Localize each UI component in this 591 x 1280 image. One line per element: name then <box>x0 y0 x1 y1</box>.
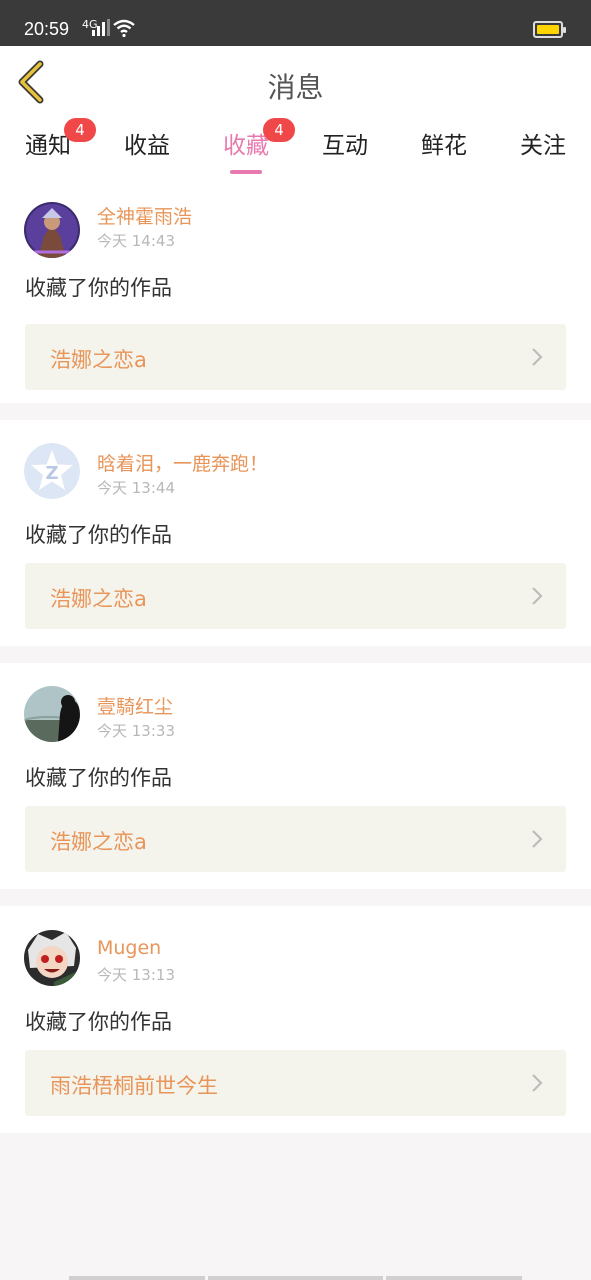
message-card: 壹騎红尘 今天 13:33 收藏了你的作品 浩娜之恋a <box>0 663 591 889</box>
tab-label: 关注 <box>520 133 566 159</box>
nav-bar-segment[interactable] <box>208 1276 383 1280</box>
signal-icon <box>92 19 110 36</box>
tab-label: 鲜花 <box>421 133 467 159</box>
user-avatar[interactable]: Z <box>24 443 80 499</box>
svg-text:Z: Z <box>45 463 58 484</box>
user-name[interactable]: 晗着泪，一鹿奔跑！ <box>97 449 268 476</box>
message-text: 收藏了你的作品 <box>25 766 172 790</box>
tab-label: 收益 <box>124 133 170 159</box>
user-name[interactable]: 全神霍雨浩 <box>97 202 192 229</box>
tab-follow[interactable]: 关注 <box>519 126 567 176</box>
message-card: 全神霍雨浩 今天 14:43 收藏了你的作品 浩娜之恋a <box>0 180 591 403</box>
user-name[interactable]: Mugen <box>97 937 161 959</box>
tab-bar: 通知 4 收益 收藏 4 互动 鲜花 关注 <box>0 118 591 180</box>
user-name[interactable]: 壹騎红尘 <box>97 692 173 719</box>
work-link[interactable]: 雨浩梧桐前世今生 <box>25 1050 566 1116</box>
message-text: 收藏了你的作品 <box>25 276 172 300</box>
status-time: 20:59 <box>24 19 70 39</box>
message-text: 收藏了你的作品 <box>25 523 172 547</box>
tab-favorites[interactable]: 收藏 4 <box>222 118 295 176</box>
message-card: Mugen 今天 13:13 收藏了你的作品 雨浩梧桐前世今生 <box>0 906 591 1133</box>
tab-flowers[interactable]: 鲜花 <box>420 126 468 176</box>
nav-bar-segment[interactable] <box>386 1276 522 1280</box>
work-link[interactable]: 浩娜之恋a <box>25 806 566 872</box>
tab-label: 通知 <box>25 133 71 159</box>
message-text: 收藏了你的作品 <box>25 1010 172 1034</box>
status-bar: 20:59 4G <box>0 0 591 46</box>
message-card: Z 晗着泪，一鹿奔跑！ 今天 13:44 收藏了你的作品 浩娜之恋a <box>0 420 591 646</box>
user-avatar[interactable] <box>24 930 80 986</box>
nav-bar-segment[interactable] <box>69 1276 205 1280</box>
message-time: 今天 13:44 <box>97 479 175 497</box>
tab-income[interactable]: 收益 <box>123 126 171 176</box>
user-avatar[interactable] <box>24 202 80 258</box>
tab-interaction[interactable]: 互动 <box>321 126 369 176</box>
wifi-icon <box>113 19 135 38</box>
work-title: 浩娜之恋a <box>50 830 147 854</box>
message-time: 今天 13:33 <box>97 722 175 740</box>
work-link[interactable]: 浩娜之恋a <box>25 324 566 390</box>
message-time: 今天 13:13 <box>97 966 175 984</box>
work-link[interactable]: 浩娜之恋a <box>25 563 566 629</box>
active-tab-indicator <box>230 170 262 174</box>
unread-badge: 4 <box>64 118 96 142</box>
work-title: 雨浩梧桐前世今生 <box>50 1074 218 1098</box>
tab-label: 互动 <box>322 133 368 159</box>
chevron-right-icon <box>532 348 543 366</box>
chevron-right-icon <box>532 587 543 605</box>
chevron-right-icon <box>532 830 543 848</box>
message-time: 今天 14:43 <box>97 232 175 250</box>
user-avatar[interactable] <box>24 686 80 742</box>
chevron-right-icon <box>532 1074 543 1092</box>
unread-badge: 4 <box>263 118 295 142</box>
battery-icon <box>533 21 566 38</box>
tab-notice[interactable]: 通知 4 <box>24 118 96 176</box>
work-title: 浩娜之恋a <box>50 348 147 372</box>
tab-label: 收藏 <box>223 133 269 159</box>
page-title: 消息 <box>267 71 324 104</box>
header: 消息 <box>0 46 591 119</box>
work-title: 浩娜之恋a <box>50 587 147 611</box>
